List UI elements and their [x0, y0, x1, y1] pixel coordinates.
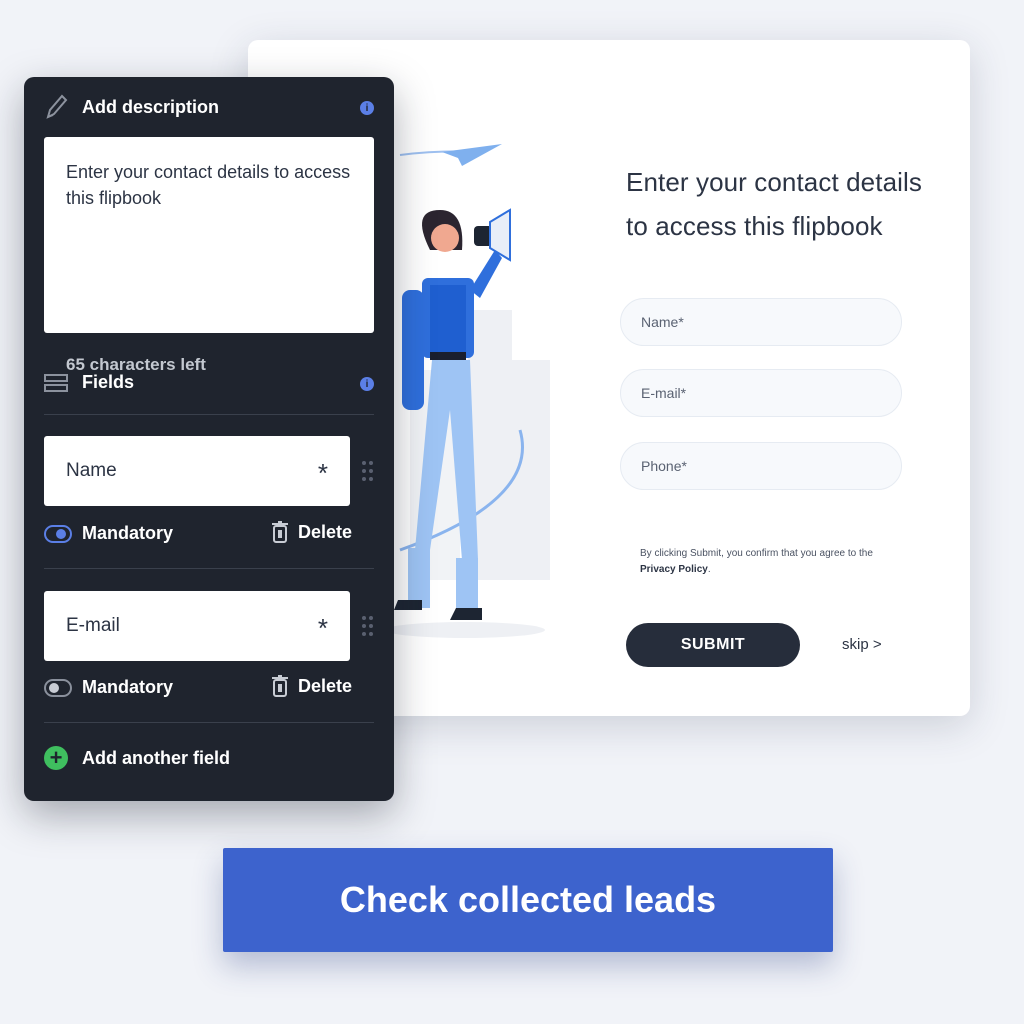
- plus-circle-icon: +: [44, 746, 68, 770]
- info-icon[interactable]: i: [360, 377, 374, 391]
- drag-handle-icon[interactable]: [360, 601, 374, 651]
- trash-icon: [272, 521, 288, 543]
- email-input[interactable]: E-mail*: [620, 369, 902, 417]
- fields-heading: Fields: [82, 372, 135, 392]
- toggle-switch-off[interactable]: [44, 678, 72, 697]
- privacy-policy-link[interactable]: Privacy Policy: [640, 564, 708, 575]
- divider: [44, 568, 374, 569]
- delete-button-name[interactable]: Delete: [272, 521, 352, 543]
- pencil-icon: [46, 94, 68, 119]
- toggle-switch-on[interactable]: [44, 524, 72, 543]
- field-item-email[interactable]: E-mail *: [44, 591, 350, 661]
- phone-input[interactable]: Phone*: [620, 442, 902, 490]
- woman-megaphone-illustration: [385, 144, 550, 638]
- field-item-name[interactable]: Name *: [44, 436, 350, 506]
- mandatory-label: Mandatory: [82, 677, 174, 697]
- skip-link[interactable]: skip >: [842, 636, 882, 653]
- trash-icon: [272, 675, 288, 697]
- name-placeholder: Name*: [641, 314, 684, 330]
- consent-text: By clicking Submit, you confirm that you…: [640, 548, 873, 575]
- delete-label: Delete: [298, 521, 353, 542]
- lead-form-editor-panel: Add description i Enter your contact det…: [24, 77, 394, 801]
- description-textarea[interactable]: Enter your contact details to access thi…: [44, 137, 374, 374]
- fields-icon: [44, 373, 68, 392]
- mandatory-label: Mandatory: [82, 523, 174, 543]
- divider: [44, 414, 374, 415]
- add-field-button[interactable]: + Add another field: [44, 746, 230, 770]
- email-placeholder: E-mail*: [641, 385, 687, 401]
- field-name-label: Name: [66, 460, 117, 481]
- description-heading: Add description: [82, 96, 220, 117]
- divider: [44, 722, 374, 723]
- check-collected-leads-button[interactable]: Check collected leads: [223, 848, 833, 952]
- phone-placeholder: Phone*: [641, 458, 687, 474]
- description-header: Add description: [44, 93, 219, 121]
- fields-header: Fields: [44, 372, 134, 393]
- mandatory-toggle-email[interactable]: Mandatory: [44, 677, 173, 698]
- add-field-label: Add another field: [82, 747, 230, 768]
- form-title: Enter your contact details to access thi…: [626, 167, 922, 241]
- field-name-label: E-mail: [66, 615, 120, 636]
- drag-handle-icon[interactable]: [360, 446, 374, 496]
- info-icon[interactable]: i: [360, 101, 374, 115]
- submit-button[interactable]: SUBMIT: [626, 623, 800, 667]
- delete-label: Delete: [298, 675, 353, 696]
- mandatory-toggle-name[interactable]: Mandatory: [44, 523, 173, 544]
- name-input[interactable]: Name*: [620, 298, 902, 346]
- delete-button-email[interactable]: Delete: [272, 675, 352, 697]
- required-asterisk: *: [317, 613, 328, 643]
- required-asterisk: *: [317, 458, 328, 488]
- description-text: Enter your contact details to access thi…: [66, 162, 351, 208]
